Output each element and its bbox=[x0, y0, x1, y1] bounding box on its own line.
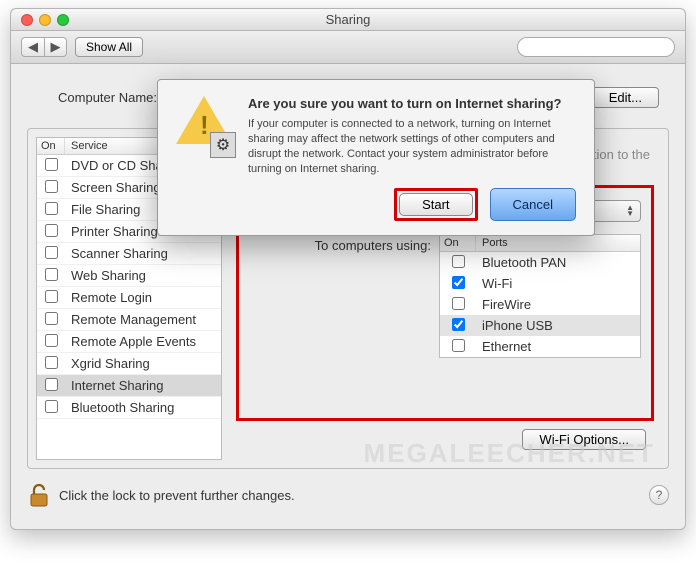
service-checkbox[interactable] bbox=[45, 356, 58, 369]
unlock-icon[interactable] bbox=[27, 481, 51, 509]
port-label: iPhone USB bbox=[476, 315, 640, 336]
cancel-button[interactable]: Cancel bbox=[490, 188, 576, 221]
service-row[interactable]: Remote Management bbox=[37, 309, 221, 331]
service-row[interactable]: Remote Login bbox=[37, 287, 221, 309]
port-label: FireWire bbox=[476, 294, 640, 315]
nav-forward-button[interactable]: ▶ bbox=[44, 38, 66, 56]
service-label: Remote Apple Events bbox=[65, 331, 221, 352]
port-checkbox[interactable] bbox=[452, 276, 465, 289]
dialog-buttons: Start Cancel bbox=[248, 188, 576, 221]
service-label: Remote Management bbox=[65, 309, 221, 330]
port-label: Bluetooth PAN bbox=[476, 252, 640, 273]
ports-list-header: On Ports bbox=[440, 235, 640, 252]
service-row[interactable]: Xgrid Sharing bbox=[37, 353, 221, 375]
col-on-header: On bbox=[37, 138, 65, 154]
help-button[interactable]: ? bbox=[649, 485, 669, 505]
port-checkbox[interactable] bbox=[452, 297, 465, 310]
sharing-window: Sharing ◀ ▶ Show All Computer Name: Edit… bbox=[10, 8, 686, 530]
service-row[interactable]: Scanner Sharing bbox=[37, 243, 221, 265]
warning-icon: ! ⚙ bbox=[176, 96, 234, 154]
service-checkbox[interactable] bbox=[45, 290, 58, 303]
edit-name-button[interactable]: Edit... bbox=[592, 87, 659, 108]
nav-arrows: ◀ ▶ bbox=[21, 37, 67, 57]
service-label: Bluetooth Sharing bbox=[65, 397, 221, 418]
confirm-dialog: ! ⚙ Are you sure you want to turn on Int… bbox=[157, 79, 595, 236]
service-label: Remote Login bbox=[65, 287, 221, 308]
toolbar: ◀ ▶ Show All bbox=[11, 31, 685, 64]
port-checkbox[interactable] bbox=[452, 318, 465, 331]
ports-list: On Ports Bluetooth PAN Wi-Fi FireWire iP… bbox=[439, 234, 641, 358]
service-label: Xgrid Sharing bbox=[65, 353, 221, 374]
ports-col-ports: Ports bbox=[476, 235, 640, 251]
port-row[interactable]: FireWire bbox=[440, 294, 640, 315]
service-row[interactable]: Remote Apple Events bbox=[37, 331, 221, 353]
service-checkbox[interactable] bbox=[45, 268, 58, 281]
footer: Click the lock to prevent further change… bbox=[11, 473, 685, 517]
show-all-button[interactable]: Show All bbox=[75, 37, 143, 57]
service-checkbox[interactable] bbox=[45, 378, 58, 391]
service-label: Web Sharing bbox=[65, 265, 221, 286]
port-checkbox[interactable] bbox=[452, 339, 465, 352]
to-computers-label: To computers using: bbox=[249, 234, 431, 253]
to-computers-row: To computers using: On Ports Bluetooth P… bbox=[249, 234, 641, 358]
gear-icon: ⚙ bbox=[210, 132, 236, 158]
service-label: Internet Sharing bbox=[65, 375, 221, 396]
start-button[interactable]: Start bbox=[399, 193, 472, 216]
start-button-highlight: Start bbox=[394, 188, 477, 221]
service-row[interactable]: Web Sharing bbox=[37, 265, 221, 287]
window-title: Sharing bbox=[11, 12, 685, 27]
service-row[interactable]: Bluetooth Sharing bbox=[37, 397, 221, 419]
service-row[interactable]: Internet Sharing bbox=[37, 375, 221, 397]
service-checkbox[interactable] bbox=[45, 180, 58, 193]
search-input[interactable] bbox=[524, 40, 696, 55]
port-row[interactable]: Wi-Fi bbox=[440, 273, 640, 294]
nav-back-button[interactable]: ◀ bbox=[22, 38, 44, 56]
service-checkbox[interactable] bbox=[45, 246, 58, 259]
port-row[interactable]: Ethernet bbox=[440, 336, 640, 357]
service-checkbox[interactable] bbox=[45, 224, 58, 237]
port-checkbox[interactable] bbox=[452, 255, 465, 268]
computer-name-label: Computer Name: bbox=[37, 90, 157, 105]
port-label: Ethernet bbox=[476, 336, 640, 357]
service-checkbox[interactable] bbox=[45, 158, 58, 171]
select-arrow-icon: ▲▼ bbox=[626, 205, 634, 217]
wifi-options-row: Wi-Fi Options... bbox=[236, 421, 654, 454]
search-field[interactable] bbox=[517, 37, 675, 57]
service-checkbox[interactable] bbox=[45, 202, 58, 215]
lock-text: Click the lock to prevent further change… bbox=[59, 488, 295, 503]
ports-col-on: On bbox=[440, 235, 476, 251]
service-checkbox[interactable] bbox=[45, 334, 58, 347]
service-checkbox[interactable] bbox=[45, 312, 58, 325]
port-label: Wi-Fi bbox=[476, 273, 640, 294]
service-label: Scanner Sharing bbox=[65, 243, 221, 264]
dialog-body: Are you sure you want to turn on Interne… bbox=[248, 96, 576, 221]
service-checkbox[interactable] bbox=[45, 400, 58, 413]
titlebar: Sharing bbox=[11, 9, 685, 31]
dialog-heading: Are you sure you want to turn on Interne… bbox=[248, 96, 576, 111]
port-row[interactable]: iPhone USB bbox=[440, 315, 640, 336]
port-row[interactable]: Bluetooth PAN bbox=[440, 252, 640, 273]
dialog-message: If your computer is connected to a netwo… bbox=[248, 117, 576, 176]
wifi-options-button[interactable]: Wi-Fi Options... bbox=[522, 429, 646, 450]
